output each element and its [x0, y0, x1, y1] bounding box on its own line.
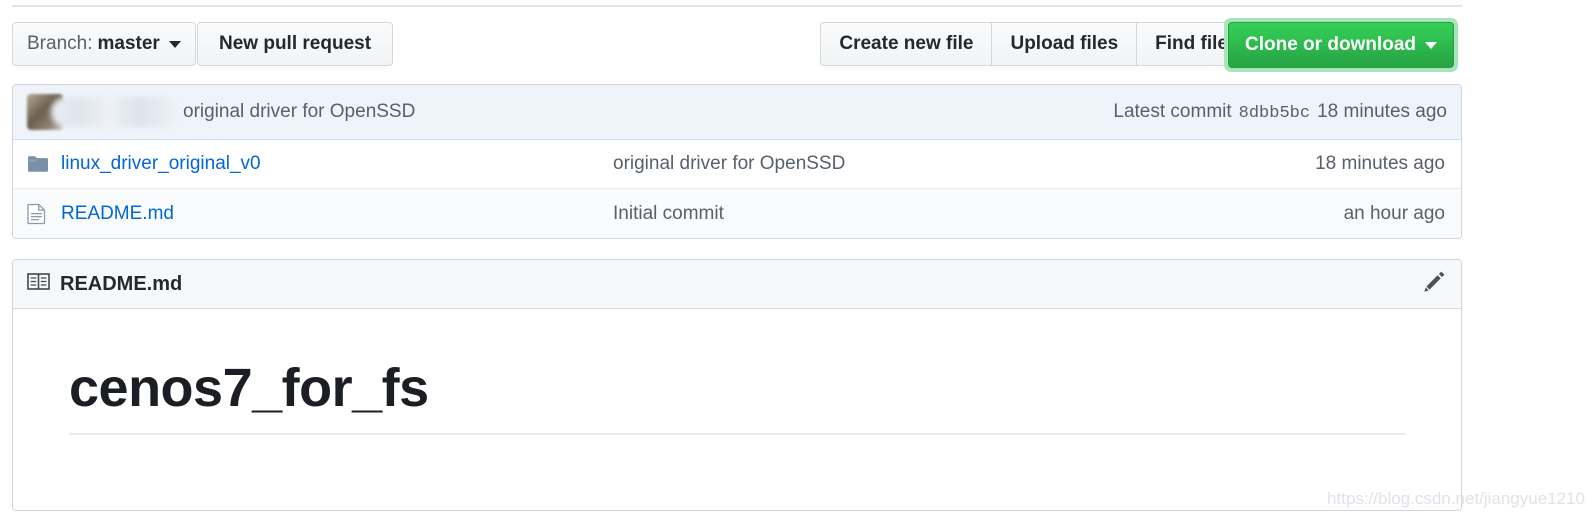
file-commit-time: 18 minutes ago — [1315, 153, 1445, 174]
file-commit-time: an hour ago — [1343, 202, 1445, 224]
book-icon — [27, 272, 50, 296]
author-name-redacted — [51, 97, 177, 127]
new-pull-request-button[interactable]: New pull request — [197, 22, 394, 66]
latest-commit-label: Latest commit — [1113, 101, 1232, 122]
branch-selector-button[interactable]: Branch: master — [12, 22, 196, 66]
latest-commit-time: 18 minutes ago — [1317, 101, 1447, 122]
readme-title: README.md — [60, 272, 183, 295]
upload-files-button[interactable]: Upload files — [991, 22, 1137, 66]
file-name-cell: README.md — [53, 203, 613, 225]
branch-name-label: master — [97, 33, 160, 54]
chevron-down-icon — [1425, 41, 1437, 49]
pencil-icon — [1422, 269, 1447, 299]
chevron-down-icon — [168, 40, 181, 48]
table-row[interactable]: linux_driver_original_v0 original driver… — [13, 140, 1461, 189]
file-name-cell: linux_driver_original_v0 — [53, 153, 613, 175]
latest-commit-meta: Latest commit 8dbb5bc 18 minutes ago — [1113, 101, 1447, 123]
table-row[interactable]: README.md Initial commit an hour ago — [13, 189, 1461, 238]
create-new-file-button[interactable]: Create new file — [820, 22, 992, 66]
branch-prefix-label: Branch: — [27, 33, 93, 54]
latest-commit-bar: original driver for OpenSSD Latest commi… — [13, 85, 1461, 140]
file-link[interactable]: README.md — [61, 203, 174, 224]
edit-readme-button[interactable] — [1422, 269, 1447, 299]
readme-body: cenos7_for_fs — [13, 309, 1461, 436]
file-list-container: original driver for OpenSSD Latest commi… — [12, 84, 1462, 239]
clone-or-download-button[interactable]: Clone or download — [1228, 22, 1454, 68]
clone-or-download-focus-ring: Clone or download — [1224, 18, 1458, 72]
repo-toolbar: Branch: master New pull request Create n… — [12, 18, 1462, 72]
file-link[interactable]: linux_driver_original_v0 — [61, 153, 261, 174]
readme-heading: cenos7_for_fs — [69, 357, 1405, 436]
latest-commit-message: original driver for OpenSSD — [183, 101, 416, 122]
readme-header: README.md — [13, 260, 1461, 309]
watermark: https://blog.csdn.net/jiangyue1210 — [1326, 489, 1585, 508]
file-icon — [27, 203, 53, 225]
folder-icon — [27, 154, 53, 174]
clone-or-download-label: Clone or download — [1245, 34, 1416, 55]
file-commit-message: original driver for OpenSSD — [613, 153, 846, 174]
page-top-divider — [12, 5, 1462, 7]
file-commit-message: Initial commit — [613, 202, 724, 224]
readme-container: README.md cenos7_for_fs — [12, 259, 1462, 511]
commit-sha-link[interactable]: 8dbb5bc — [1239, 104, 1310, 123]
file-actions-button-group: Create new file Upload files Find file — [820, 22, 1247, 66]
